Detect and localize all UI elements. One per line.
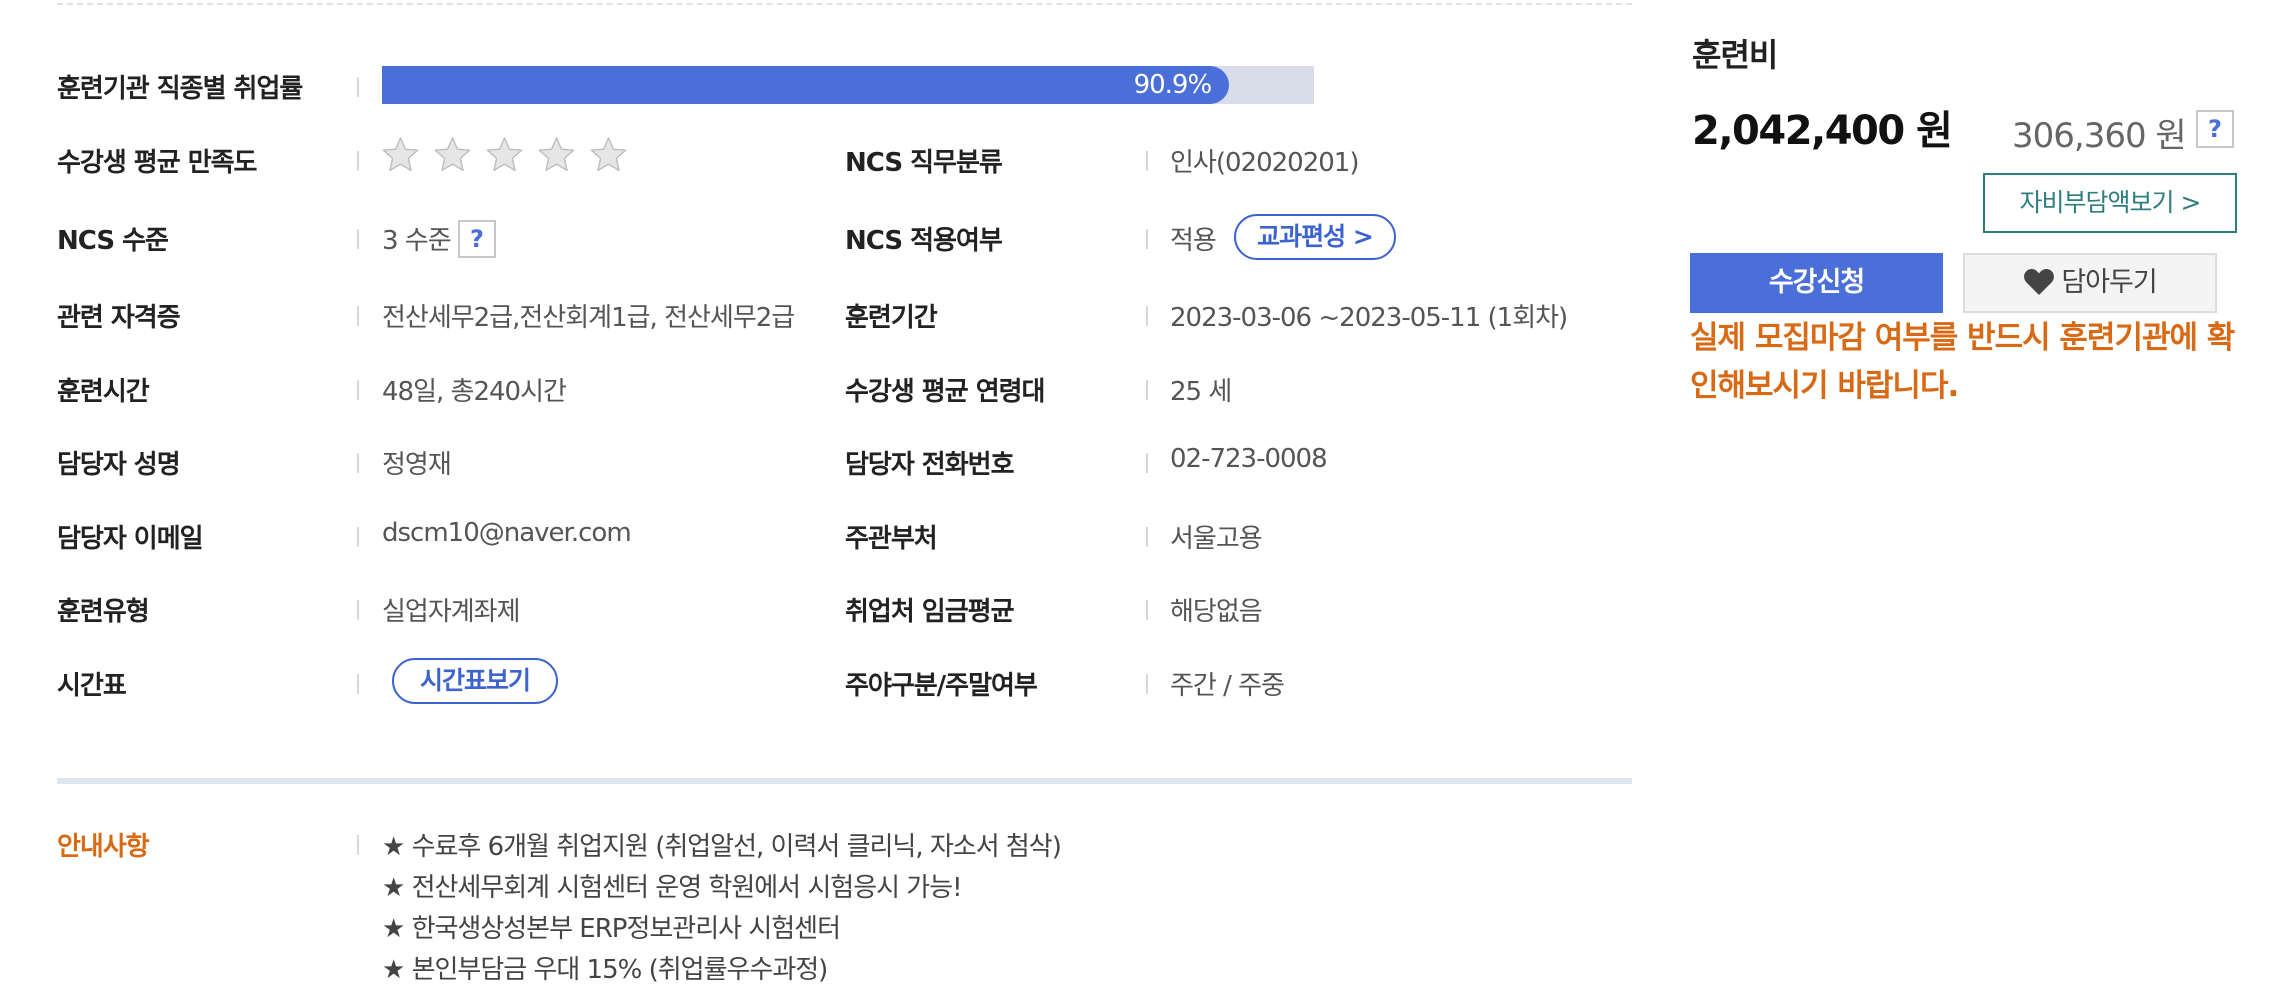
separator [357, 674, 359, 694]
notice-label: 안내사항 [57, 832, 150, 862]
manager-name-label: 담당자 성명 [57, 450, 181, 480]
separator [1146, 380, 1148, 400]
notice-line: ★ 한국생상성본부 ERP정보관리사 시험센터 [382, 914, 841, 944]
fee-self-pay: 306,360 원 [2012, 116, 2187, 156]
ncs-applied-label: NCS 적용여부 [845, 226, 1003, 256]
fee-title: 훈련비 [1692, 36, 1778, 74]
certificates-label: 관련 자격증 [57, 303, 181, 333]
notice-line: ★ 전산세무회계 시험센터 운영 학원에서 시험응시 가능! [382, 873, 963, 903]
wishlist-label: 담아두기 [2061, 267, 2157, 298]
separator [1146, 674, 1148, 694]
separator [1146, 229, 1148, 249]
manager-email-value: dscm10@naver.com [382, 518, 632, 548]
timetable-label: 시간표 [57, 671, 127, 701]
manager-phone-label: 담당자 전화번호 [845, 450, 1014, 480]
training-type-label: 훈련유형 [57, 597, 150, 627]
day-type-value: 주간 / 주중 [1170, 671, 1285, 701]
ncs-level-value: 3 수준 [382, 226, 452, 256]
separator [1146, 151, 1148, 171]
top-dashed-divider [57, 3, 1632, 5]
self-pay-button[interactable]: 자비부담액보기 > [1983, 173, 2237, 233]
separator [357, 306, 359, 326]
heart-icon [2024, 268, 2055, 295]
manager-email-label: 담당자 이메일 [57, 524, 204, 554]
recruitment-warning: 실제 모집마감 여부를 반드시 훈련기관에 확인해보시기 바랍니다. [1690, 320, 2235, 404]
separator [357, 600, 359, 620]
day-type-label: 주야구분/주말여부 [845, 671, 1038, 701]
period-value: 2023-03-06 ~2023-05-11 (1회차) [1170, 303, 1568, 333]
separator [357, 229, 359, 249]
timetable-button[interactable]: 시간표보기 [392, 658, 558, 704]
ncs-category-label: NCS 직무분류 [845, 148, 1003, 178]
separator [1146, 453, 1148, 473]
star-icon [434, 137, 471, 172]
training-type-value: 실업자계좌제 [382, 597, 521, 627]
apply-button[interactable]: 수강신청 [1690, 253, 1943, 313]
certificates-value: 전산세무2급,전산회계1급, 전산세무2급 [382, 303, 795, 333]
ncs-level-help-button[interactable]: ? [458, 220, 496, 258]
separator [1146, 306, 1148, 326]
separator [357, 835, 359, 855]
manager-name-value: 정영재 [382, 450, 452, 480]
avg-age-label: 수강생 평균 연령대 [845, 377, 1045, 407]
star-icon [382, 137, 419, 172]
ncs-category-value: 인사(02020201) [1170, 148, 1359, 178]
section-divider [57, 778, 1632, 784]
star-icon [486, 137, 523, 172]
star-icon [590, 137, 627, 172]
fee-total: 2,042,400 원 [1692, 108, 1953, 154]
separator [357, 151, 359, 171]
wishlist-button[interactable]: 담아두기 [1963, 253, 2217, 313]
separator [357, 77, 359, 97]
ncs-level-label: NCS 수준 [57, 226, 169, 256]
separator [1146, 600, 1148, 620]
separator [1146, 527, 1148, 547]
hours-label: 훈련시간 [57, 377, 150, 407]
wage-avg-label: 취업처 임금평균 [845, 597, 1014, 627]
employment-rate-label: 훈련기관 직종별 취업률 [57, 74, 303, 104]
employment-rate-bar-fill: 90.9% [382, 66, 1230, 104]
separator [357, 453, 359, 473]
ncs-applied-value: 적용 [1170, 226, 1217, 256]
curriculum-button[interactable]: 교과편성 > [1234, 214, 1396, 260]
star-icon [538, 137, 575, 172]
manager-phone-value: 02-723-0008 [1170, 444, 1328, 474]
period-label: 훈련기간 [845, 303, 938, 333]
authority-value: 서울고용 [1170, 524, 1263, 554]
separator [357, 380, 359, 400]
satisfaction-label: 수강생 평균 만족도 [57, 148, 257, 178]
notice-line: ★ 수료후 6개월 취업지원 (취업알선, 이력서 클리닉, 자소서 첨삭) [382, 832, 1062, 862]
employment-rate-bar: 90.9% [382, 66, 1314, 104]
hours-value: 48일, 총240시간 [382, 377, 567, 407]
employment-rate-value: 90.9% [1133, 70, 1213, 100]
authority-label: 주관부처 [845, 524, 938, 554]
satisfaction-stars [382, 136, 627, 173]
separator [357, 527, 359, 547]
avg-age-value: 25 세 [1170, 377, 1232, 407]
wage-avg-value: 해당없음 [1170, 597, 1263, 627]
notice-line: ★ 본인부담금 우대 15% (취업률우수과정) [382, 955, 828, 985]
fee-help-button[interactable]: ? [2196, 110, 2234, 148]
